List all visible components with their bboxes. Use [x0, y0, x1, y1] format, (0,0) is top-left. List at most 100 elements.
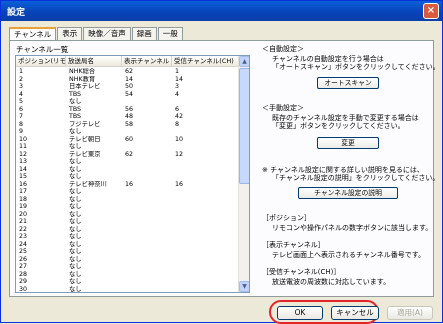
table-row[interactable]: 3 日本テレビ 50 3 [16, 83, 239, 91]
table-row[interactable]: 13 なし [16, 158, 239, 166]
cell-display-channel [122, 211, 172, 219]
table-row[interactable]: 7 TBS 48 42 [16, 113, 239, 121]
channel-list[interactable]: ポジション(リモコン) 放送局名 表示チャンネル 受信チャンネル(CH) 1 NH… [15, 55, 250, 293]
cell-station: NHK総合 [69, 68, 96, 75]
cell-receive-channel: 4 [175, 90, 180, 98]
scroll-thumb[interactable] [239, 68, 249, 184]
cell-receive-channel [172, 226, 239, 234]
table-row[interactable]: 9 なし [16, 128, 239, 136]
cell-station: テレビ神奈川 [69, 180, 107, 188]
table-row[interactable]: 23 なし [16, 233, 239, 241]
table-row[interactable]: 5 なし [16, 98, 239, 106]
tab-strip: チャンネル 表示 映像／音声 録画 一般 [9, 27, 184, 41]
cell-station: なし [69, 240, 82, 248]
table-row[interactable]: 14 なし [16, 166, 239, 174]
list-rows: 1 NHK総合 62 1 2 NHK教育 14 14 3 日本テレビ 50 3 4 TBS 54 4 5 なし 6 T… [16, 68, 239, 293]
table-row[interactable]: 27 なし [16, 263, 239, 271]
table-row[interactable]: 24 なし [16, 241, 239, 249]
cell-display-channel [122, 173, 172, 181]
auto-setting-heading: ＜自動設定＞ [262, 45, 304, 53]
cell-station: フジテレビ [69, 120, 101, 128]
table-row[interactable]: 4 TBS 54 4 [16, 91, 239, 99]
cell-station: なし [69, 248, 82, 255]
cell-receive-channel: 14 [175, 75, 184, 83]
cell-receive-channel [172, 188, 239, 196]
cell-display-channel: 60 [125, 135, 134, 143]
table-row[interactable]: 15 なし [16, 173, 239, 181]
table-row[interactable]: 18 なし [16, 196, 239, 204]
cell-station: なし [69, 285, 82, 293]
cell-receive-channel [172, 196, 239, 204]
cell-position: 10 [19, 135, 28, 143]
column-header-receive-channel[interactable]: 受信チャンネル(CH) [172, 56, 239, 66]
scroll-up-button[interactable]: ▲ [239, 56, 249, 67]
settings-window: 設定 × チャンネル 表示 映像／音声 録画 一般 チャンネル一覧 ポジション(… [0, 0, 443, 324]
cell-position: 23 [19, 233, 28, 240]
tab-video-audio[interactable]: 映像／音声 [83, 27, 131, 40]
cell-station: NHK教育 [69, 75, 96, 83]
tab-display[interactable]: 表示 [57, 27, 83, 40]
table-row[interactable]: 2 NHK教育 14 14 [16, 76, 239, 84]
scroll-down-button[interactable]: ▼ [239, 281, 249, 292]
auto-scan-button[interactable]: オートスキャン [317, 77, 379, 89]
cell-station: TBS [69, 90, 82, 98]
cell-display-channel [122, 143, 172, 151]
cell-station: TBS [69, 105, 82, 113]
table-row[interactable]: 10 テレビ朝日 60 10 [16, 136, 239, 144]
cell-position: 11 [19, 143, 28, 150]
cell-display-channel [122, 233, 172, 241]
list-header: ポジション(リモコン) 放送局名 表示チャンネル 受信チャンネル(CH) [16, 56, 239, 67]
table-row[interactable]: 20 なし [16, 211, 239, 219]
table-row[interactable]: 29 なし [16, 278, 239, 286]
table-row[interactable]: 25 なし [16, 248, 239, 256]
table-row[interactable]: 16 テレビ神奈川 16 16 [16, 181, 239, 189]
cell-station: なし [69, 173, 82, 180]
cell-position: 24 [19, 240, 28, 248]
manual-setting-heading: ＜手動設定＞ [262, 104, 304, 112]
table-row[interactable]: 1 NHK総合 62 1 [16, 68, 239, 76]
cell-station: なし [69, 128, 82, 135]
cell-position: 9 [19, 128, 24, 135]
table-row[interactable]: 26 なし [16, 256, 239, 264]
title-bar[interactable]: 設定 × [1, 1, 442, 21]
cell-station: なし [69, 98, 82, 105]
cell-receive-channel: 42 [175, 113, 184, 120]
table-row[interactable]: 17 なし [16, 188, 239, 196]
apply-button[interactable]: 適用(A) [387, 306, 433, 320]
table-row[interactable]: 28 なし [16, 271, 239, 279]
channel-list-label: チャンネル一覧 [16, 45, 69, 54]
cell-receive-channel: 8 [175, 120, 180, 128]
cell-display-channel [122, 241, 172, 249]
change-button[interactable]: 変更 [317, 137, 379, 149]
cell-display-channel: 54 [125, 90, 134, 98]
tab-general[interactable]: 一般 [157, 27, 183, 40]
cell-position: 14 [19, 165, 28, 173]
cell-position: 25 [19, 248, 28, 255]
ok-button[interactable]: OK [277, 306, 323, 320]
cancel-button[interactable]: キャンセル [331, 306, 379, 320]
cell-display-channel [122, 263, 172, 271]
column-header-station[interactable]: 放送局名 [66, 56, 122, 66]
table-row[interactable]: 21 なし [16, 218, 239, 226]
table-row[interactable]: 30 なし [16, 285, 239, 293]
list-scrollbar[interactable]: ▲ ▼ [238, 56, 249, 292]
column-header-display-channel[interactable]: 表示チャンネル [122, 56, 172, 66]
cell-position: 18 [19, 195, 28, 203]
tab-recording[interactable]: 録画 [131, 27, 157, 40]
column-header-position[interactable]: ポジション(リモコン) [16, 56, 66, 66]
cell-receive-channel [172, 98, 239, 106]
table-row[interactable]: 22 なし [16, 226, 239, 234]
cell-station: テレビ東京 [69, 150, 101, 158]
cell-receive-channel: 3 [175, 83, 180, 90]
table-row[interactable]: 19 なし [16, 203, 239, 211]
tab-channel[interactable]: チャンネル [9, 27, 57, 41]
cell-position: 26 [19, 255, 28, 263]
close-button[interactable]: × [423, 3, 439, 19]
channel-setting-help-button[interactable]: チャンネル設定の説明 [298, 187, 398, 199]
table-row[interactable]: 8 フジテレビ 58 8 [16, 121, 239, 129]
table-row[interactable]: 6 TBS 56 6 [16, 106, 239, 114]
table-row[interactable]: 11 なし [16, 143, 239, 151]
cell-display-channel [122, 256, 172, 264]
table-row[interactable]: 12 テレビ東京 62 12 [16, 151, 239, 159]
cell-position: 15 [19, 173, 28, 180]
